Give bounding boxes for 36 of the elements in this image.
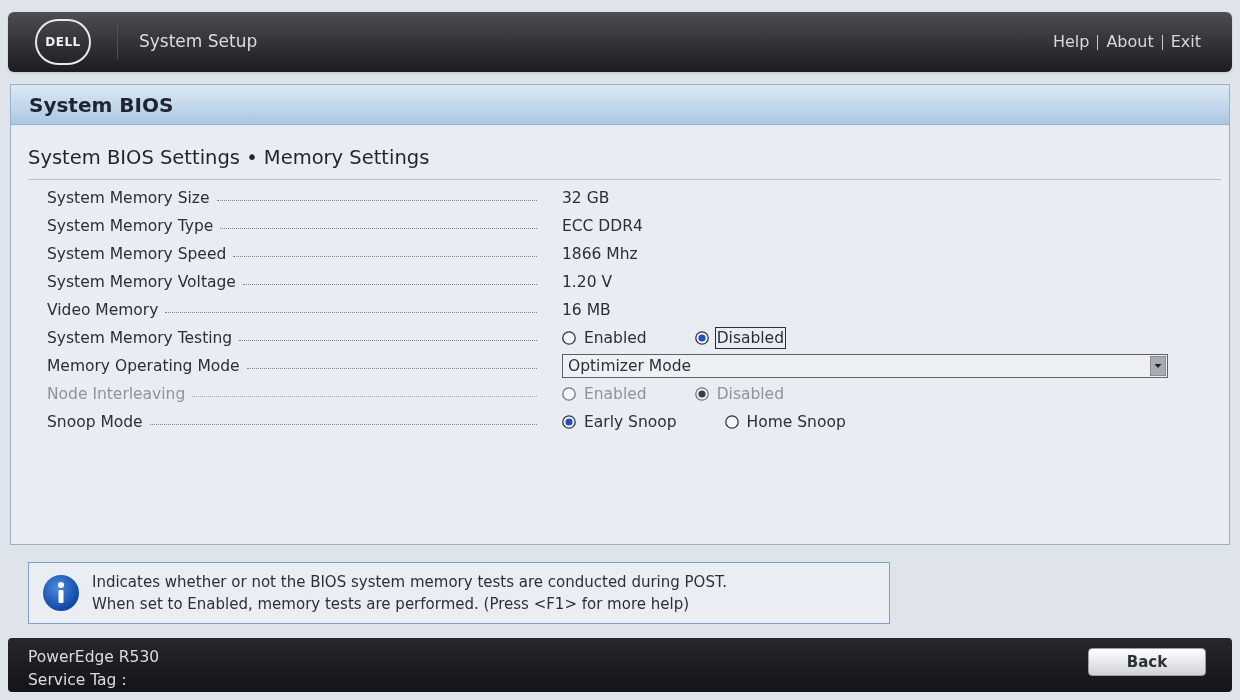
setting-label: System Memory Size	[47, 187, 210, 209]
setting-value: ECC DDR4	[562, 215, 643, 237]
app-title: System Setup	[139, 30, 258, 54]
setting-label: Snoop Mode	[47, 411, 143, 433]
radio-icon[interactable]	[724, 415, 739, 430]
setting-label: Memory Operating Mode	[47, 355, 240, 377]
header-link[interactable]: About	[1106, 30, 1154, 54]
help-text: Indicates whether or not the BIOS system memory tests are conducted during POST. When set to Enabled, memory tests are performed. (Press <F1> for more help)	[92, 572, 728, 615]
setting-value: 1.20 V	[562, 271, 613, 293]
setting-label: System Memory Testing	[47, 327, 233, 349]
radio-label[interactable]: Early Snoop	[582, 411, 679, 434]
setting-label: Node Interleaving	[47, 383, 186, 405]
back-button[interactable]: Back	[1088, 648, 1206, 676]
model-name: PowerEdge R530	[28, 647, 160, 668]
setting-label: Video Memory	[47, 299, 159, 321]
dropdown[interactable]: Optimizer Mode	[562, 354, 1168, 379]
header-link[interactable]: Help	[1052, 30, 1090, 54]
radio-selected-icon[interactable]	[562, 415, 576, 430]
logo: DELL	[35, 19, 91, 65]
page-title: System BIOS	[29, 91, 174, 119]
setting-value: 32 GB	[562, 187, 610, 209]
radio-label[interactable]: Disabled	[714, 327, 786, 350]
setting-value: 16 MB	[562, 299, 611, 321]
service-tag-label: Service Tag :	[28, 670, 128, 691]
radio-icon[interactable]	[562, 331, 576, 346]
radio-selected-icon[interactable]	[694, 331, 709, 346]
info-icon	[43, 575, 79, 611]
radio-label[interactable]: Home Snoop	[744, 411, 848, 434]
dropdown-arrow-icon[interactable]	[1150, 356, 1166, 377]
setting-label: System Memory Voltage	[47, 271, 236, 293]
setting-label: System Memory Speed	[47, 243, 227, 265]
section-title: System BIOS Settings • Memory Settings	[28, 146, 430, 169]
header-link[interactable]: Exit	[1170, 30, 1201, 54]
setting-label: System Memory Type	[47, 215, 214, 237]
radio-label[interactable]: Enabled	[582, 327, 649, 350]
setting-value: 1866 Mhz	[562, 243, 638, 265]
